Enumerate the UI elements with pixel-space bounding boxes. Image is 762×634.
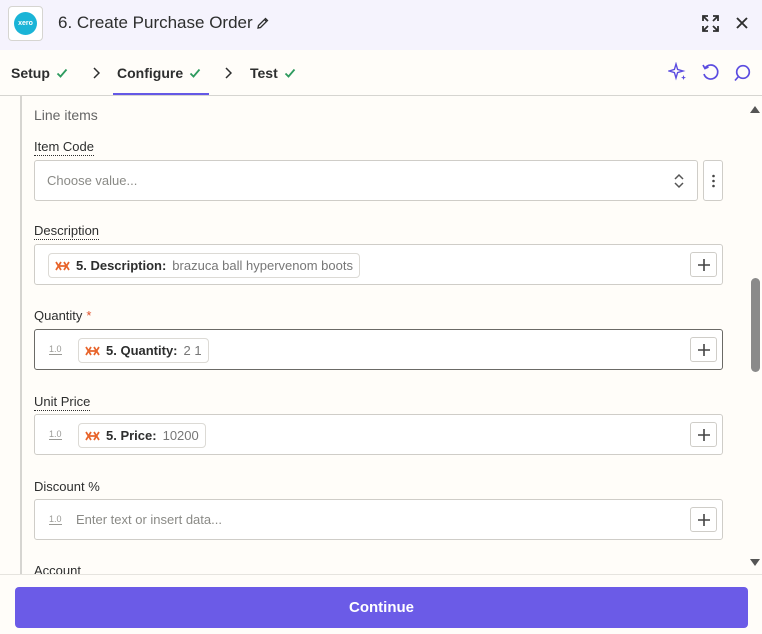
- chevron-right-icon: [93, 67, 100, 79]
- pencil-icon[interactable]: [256, 16, 270, 30]
- check-icon: [284, 68, 295, 78]
- tab-setup-label: Setup: [11, 65, 50, 81]
- quantity-field[interactable]: 1.0 5. Quantity: 2 1: [34, 329, 723, 370]
- description-data-pill[interactable]: 5. Description: brazuca ball hypervenom …: [48, 253, 360, 278]
- chevron-up-down-icon: [674, 173, 684, 189]
- item-code-more-button[interactable]: [703, 160, 723, 201]
- discount-insert-button[interactable]: [690, 507, 717, 532]
- comment-icon[interactable]: [733, 64, 751, 82]
- tab-test[interactable]: Test: [250, 65, 296, 81]
- quantity-label: Quantity *: [34, 308, 91, 324]
- item-code-placeholder: Choose value...: [47, 173, 138, 188]
- plus-icon: [697, 343, 710, 356]
- pill-value: brazuca ball hypervenom boots: [172, 258, 353, 273]
- tab-test-label: Test: [250, 65, 278, 81]
- account-label: Account: [34, 563, 81, 574]
- number-type-icon: 1.0: [49, 514, 62, 525]
- chevron-right-icon: [225, 67, 232, 79]
- expand-icon[interactable]: [701, 14, 720, 33]
- footer: Continue: [0, 574, 762, 634]
- step-header: xero 6. Create Purchase Order: [0, 0, 762, 50]
- discount-label: Discount %: [34, 479, 100, 494]
- zap-icon: [85, 431, 100, 440]
- continue-button[interactable]: Continue: [15, 587, 748, 628]
- pill-key: 5. Quantity:: [106, 343, 178, 358]
- xero-logo-mark: xero: [14, 12, 37, 35]
- step-guide-line: [20, 96, 22, 574]
- form-content[interactable]: Line items Item Code Choose value... Des…: [0, 96, 762, 574]
- history-icon[interactable]: [701, 63, 720, 82]
- step-tabs: Setup Configure Test: [0, 50, 762, 96]
- check-icon: [56, 68, 68, 78]
- unit-price-insert-button[interactable]: [690, 422, 717, 447]
- discount-placeholder: Enter text or insert data...: [76, 512, 222, 527]
- check-icon: [189, 68, 201, 78]
- active-tab-indicator: [113, 93, 209, 95]
- discount-field[interactable]: 1.0 Enter text or insert data...: [34, 499, 723, 540]
- zap-icon: [85, 346, 100, 355]
- close-icon[interactable]: [735, 16, 749, 30]
- sparkle-ai-icon[interactable]: [668, 62, 688, 82]
- item-code-select[interactable]: Choose value...: [34, 160, 698, 201]
- pill-key: 5. Price:: [106, 428, 157, 443]
- unit-price-data-pill[interactable]: 5. Price: 10200: [78, 423, 206, 448]
- quantity-data-pill[interactable]: 5. Quantity: 2 1: [78, 338, 209, 363]
- section-label: Line items: [34, 107, 98, 123]
- pill-key: 5. Description:: [76, 258, 167, 273]
- zap-icon: [55, 261, 70, 270]
- tab-setup[interactable]: Setup: [11, 65, 68, 81]
- pill-value: 2 1: [183, 343, 202, 358]
- unit-price-field[interactable]: 1.0 5. Price: 10200: [34, 414, 723, 455]
- unit-price-label: Unit Price: [34, 394, 91, 411]
- item-code-label: Item Code: [34, 139, 94, 156]
- plus-icon: [697, 258, 710, 271]
- tab-configure[interactable]: Configure: [117, 65, 201, 81]
- number-type-icon: 1.0: [49, 429, 62, 440]
- description-label: Description: [34, 223, 100, 240]
- number-type-icon: 1.0: [49, 344, 62, 355]
- scroll-up-arrow-icon[interactable]: [749, 104, 761, 114]
- quantity-label-text: Quantity: [34, 308, 83, 323]
- quantity-insert-button[interactable]: [690, 337, 717, 362]
- pill-value: 10200: [162, 428, 199, 443]
- step-title: 6. Create Purchase Order: [58, 13, 253, 32]
- plus-icon: [697, 428, 710, 441]
- required-mark: *: [86, 308, 92, 323]
- tab-configure-label: Configure: [117, 65, 184, 81]
- more-vertical-icon: [712, 174, 715, 188]
- scrollbar-thumb[interactable]: [751, 278, 760, 372]
- scroll-down-arrow-icon[interactable]: [749, 558, 761, 568]
- plus-icon: [697, 513, 710, 526]
- description-field[interactable]: 5. Description: brazuca ball hypervenom …: [34, 244, 723, 285]
- description-insert-button[interactable]: [690, 252, 717, 277]
- xero-app-logo: xero: [8, 6, 43, 41]
